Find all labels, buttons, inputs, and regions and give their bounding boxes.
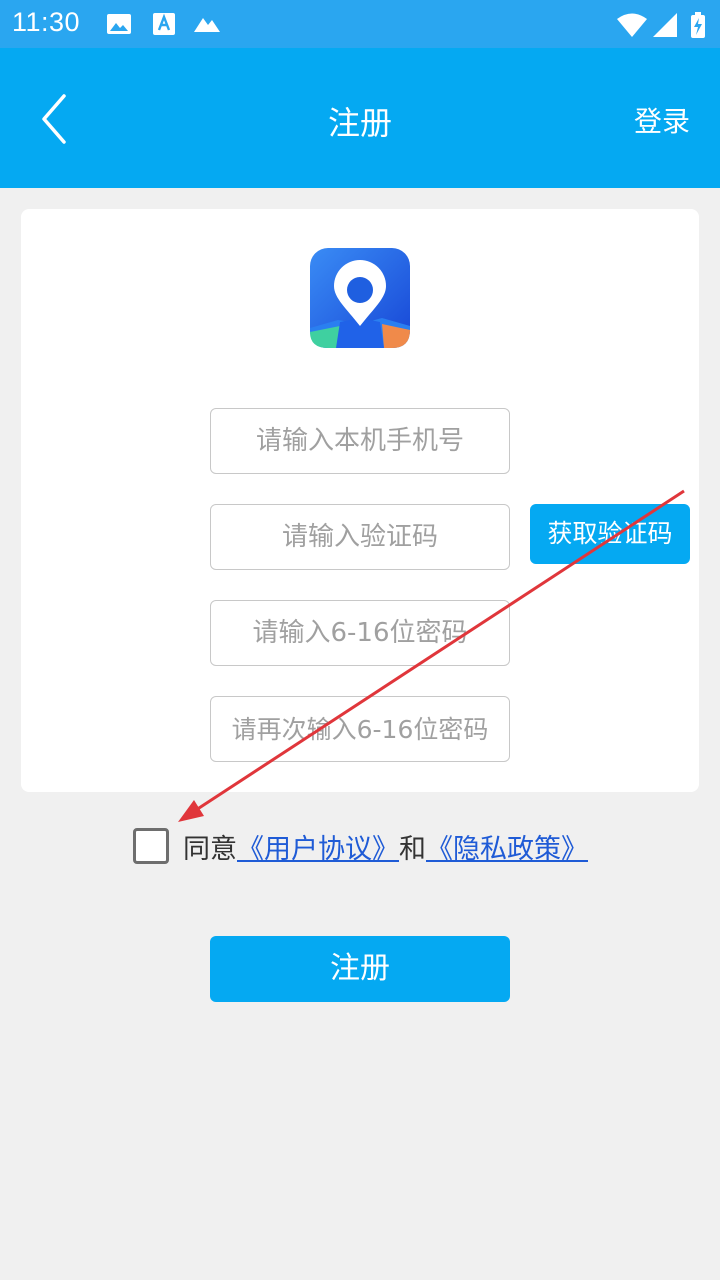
agreement-row: 同意 《用户协议》 和 《隐私政策》 [133, 826, 588, 866]
signal-icon [653, 13, 677, 37]
password-input[interactable] [210, 600, 510, 666]
and-text: 和 [399, 833, 426, 865]
confirm-password-input[interactable] [210, 696, 510, 762]
font-a-icon [153, 13, 175, 35]
app-bar: 注册 登录 [0, 48, 720, 188]
mountain-icon [194, 18, 220, 32]
user-agreement-link[interactable]: 《用户协议》 [237, 827, 399, 866]
wifi-icon [617, 13, 647, 37]
image-icon [107, 14, 131, 34]
battery-charging-icon [691, 12, 705, 38]
map-pin-app-logo [310, 248, 410, 348]
page-title: 注册 [327, 104, 392, 142]
agree-text: 同意 [183, 833, 237, 865]
verification-code-input[interactable] [210, 504, 510, 570]
privacy-policy-link[interactable]: 《隐私政策》 [426, 827, 588, 866]
phone-input[interactable] [210, 408, 510, 474]
login-button[interactable]: 登录 [634, 100, 690, 140]
agreement-checkbox[interactable] [133, 828, 169, 864]
get-code-button[interactable]: 获取验证码 [530, 504, 690, 564]
register-button[interactable]: 注册 [210, 936, 510, 1002]
status-bar: 11:30 [0, 0, 720, 48]
status-time: 11:30 [12, 7, 81, 37]
